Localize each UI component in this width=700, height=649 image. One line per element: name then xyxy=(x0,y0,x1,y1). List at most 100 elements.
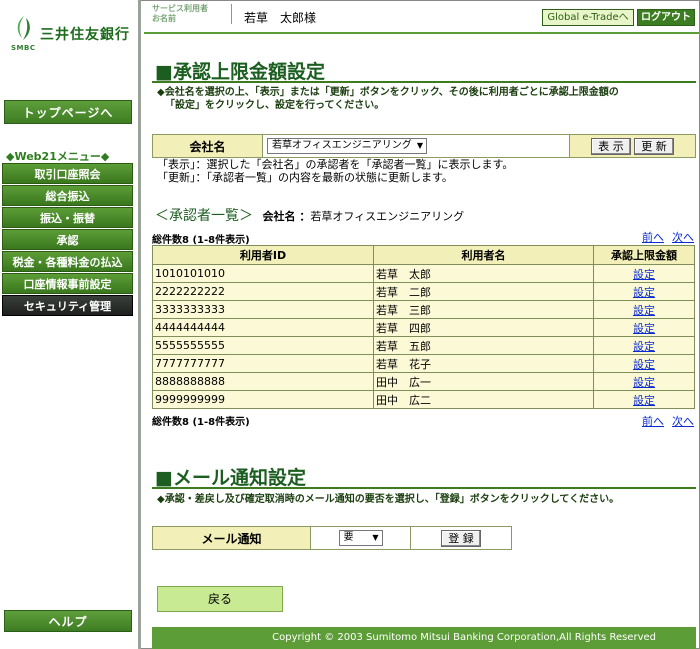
table-row: 4444444444 若草 四郎 設定 xyxy=(152,318,695,337)
register-cell: 登 録 xyxy=(410,526,512,550)
table-row: 5555555555 若草 五郎 設定 xyxy=(152,336,695,355)
set-link[interactable]: 設定 xyxy=(633,394,655,407)
set-link[interactable]: 設定 xyxy=(633,340,655,353)
logo-smbc-text: SMBC xyxy=(11,44,36,52)
sidebar-item-account-inquiry[interactable]: 取引口座照会 xyxy=(2,163,133,184)
chevron-down-icon: ▼ xyxy=(372,533,379,542)
list-company-prefix: 会社名 ： xyxy=(262,210,311,223)
mail-notify-label: メール通知 xyxy=(152,526,311,550)
prev-link-top[interactable]: 前へ xyxy=(642,231,664,244)
approver-list-header: ＜承認者一覧＞ 会社名 ：若草オフィスエンジニアリング xyxy=(155,205,464,225)
list-company-name: 若草オフィスエンジニアリング xyxy=(310,210,465,223)
sidebar-item-tax-payment[interactable]: 税金・各種料金の払込 xyxy=(2,251,133,272)
chevron-down-icon: ▼ xyxy=(416,141,423,150)
approver-table: 利用者ID 利用者名 承認上限金額 1010101010 若草 太郎 設定 2222… xyxy=(152,245,695,409)
mail-instruction: ◆承認・差戻し及び確定取消時のメール通知の要否を選択し、「登録」ボタンをクリック… xyxy=(157,494,620,505)
row-user-name: 田中 広一 xyxy=(373,372,594,391)
set-link[interactable]: 設定 xyxy=(633,268,655,281)
prev-link-bottom[interactable]: 前へ xyxy=(642,415,664,428)
top-page-button[interactable]: トップページへ xyxy=(4,100,132,124)
approver-list-title: ＜承認者一覧＞ xyxy=(155,208,253,224)
global-etrade-button[interactable]: Global e-Tradeへ xyxy=(542,9,634,26)
footer-copyright: Copyright © 2003 Sumitomo Mitsui Banking… xyxy=(152,627,696,649)
sidebar-item-bulk-transfer[interactable]: 総合振込 xyxy=(2,185,133,206)
user-name: 若草 太郎様 xyxy=(244,11,317,25)
company-select-value: 若草オフィスエンジニアリング xyxy=(272,140,412,151)
row-user-id: 7777777777 xyxy=(152,354,374,373)
col-user-name: 利用者名 xyxy=(373,245,594,265)
row-user-id: 3333333333 xyxy=(152,300,374,319)
row-user-name: 若草 四郎 xyxy=(373,318,594,337)
row-user-name: 若草 三郎 xyxy=(373,300,594,319)
mail-notify-select[interactable]: 要 ▼ xyxy=(338,530,383,546)
company-label: 会社名 xyxy=(152,134,263,158)
instruction-line1: ◆会社名を選択の上、「表示」または「更新」ボタンをクリック、その後に利用者ごとに… xyxy=(157,87,619,98)
sidebar-item-account-presetting[interactable]: 口座情報事前設定 xyxy=(2,273,133,294)
table-row: 8888888888 田中 広一 設定 xyxy=(152,372,695,391)
smbc-logo-icon xyxy=(17,16,30,40)
sidebar-item-transfer[interactable]: 振込・振替 xyxy=(2,207,133,228)
mail-setting-table: メール通知 要 ▼ 登 録 xyxy=(152,526,512,550)
set-link[interactable]: 設定 xyxy=(633,304,655,317)
col-user-id: 利用者ID xyxy=(152,245,374,265)
set-link[interactable]: 設定 xyxy=(633,286,655,299)
table-row: 7777777777 若草 花子 設定 xyxy=(152,354,695,373)
sidebar: SMBC 三井住友銀行 トップページへ ◆Web21メニュー◆ 取引口座照会 総… xyxy=(0,0,141,649)
next-link-bottom[interactable]: 次へ xyxy=(672,415,694,428)
logout-button[interactable]: ログアウト xyxy=(637,9,695,26)
mail-select-cell: 要 ▼ xyxy=(310,526,411,550)
table-row: 1010101010 若草 太郎 設定 xyxy=(152,264,695,283)
company-select[interactable]: 若草オフィスエンジニアリング ▼ xyxy=(267,138,427,154)
service-user-label: サービス利用者 お名前 xyxy=(152,4,208,24)
total-count-top: 総件数8 (1-8件表示) xyxy=(152,235,250,246)
total-count-bottom: 総件数8 (1-8件表示) xyxy=(152,417,250,428)
mail-notify-value: 要 xyxy=(343,532,354,543)
title-underline xyxy=(152,81,696,83)
row-user-name: 田中 広二 xyxy=(373,390,594,409)
next-link-top[interactable]: 次へ xyxy=(672,231,694,244)
table-row: 9999999999 田中 広二 設定 xyxy=(152,390,695,409)
note-update: 「更新」：「承認者一覧」の内容を最新の状態に更新します。 xyxy=(157,171,453,184)
set-link[interactable]: 設定 xyxy=(633,358,655,371)
header-divider xyxy=(231,4,232,24)
pager-bottom: 前へ 次へ xyxy=(634,413,694,429)
bank-logo: SMBC 三井住友銀行 xyxy=(8,14,138,54)
row-user-name: 若草 花子 xyxy=(373,354,594,373)
row-user-id: 2222222222 xyxy=(152,282,374,301)
update-button[interactable]: 更 新 xyxy=(634,137,674,155)
company-select-table: 会社名 若草オフィスエンジニアリング ▼ 表 示 更 新 xyxy=(152,134,696,158)
mail-title-underline xyxy=(152,487,696,489)
row-user-id: 9999999999 xyxy=(152,390,374,409)
instruction-line2: 「設定」をクリックし、設定を行ってください。 xyxy=(165,100,385,111)
row-user-id: 1010101010 xyxy=(152,264,374,283)
action-buttons-cell: 表 示 更 新 xyxy=(569,134,696,158)
service-user-line1: サービス利用者 xyxy=(152,4,208,13)
help-button[interactable]: ヘルプ xyxy=(4,610,132,632)
button-notes: 「表示」：選択した「会社名」の承認者を「承認者一覧」に表示します。 「更新」：「… xyxy=(157,158,513,184)
note-show: 「表示」：選択した「会社名」の承認者を「承認者一覧」に表示します。 xyxy=(157,158,514,171)
row-user-name: 若草 太郎 xyxy=(373,264,594,283)
page-title: ■承認上限金額設定 xyxy=(155,61,325,83)
table-row: 3333333333 若草 三郎 設定 xyxy=(152,300,695,319)
set-link[interactable]: 設定 xyxy=(633,322,655,335)
bank-name: 三井住友銀行 xyxy=(40,27,130,43)
approval-instruction: ◆会社名を選択の上、「表示」または「更新」ボタンをクリック、その後に利用者ごとに… xyxy=(157,86,692,112)
back-button[interactable]: 戻る xyxy=(157,586,283,612)
pager-top: 前へ 次へ xyxy=(634,229,694,245)
row-user-id: 4444444444 xyxy=(152,318,374,337)
register-button[interactable]: 登 録 xyxy=(441,529,481,547)
company-select-cell: 若草オフィスエンジニアリング ▼ xyxy=(262,134,570,158)
sidebar-item-approval[interactable]: 承認 xyxy=(2,229,133,250)
row-user-id: 5555555555 xyxy=(152,336,374,355)
sidebar-menu: 取引口座照会 総合振込 振込・振替 承認 税金・各種料金の払込 口座情報事前設定… xyxy=(2,163,133,317)
sidebar-item-security[interactable]: セキュリティ管理 xyxy=(2,295,133,316)
header: サービス利用者 お名前 若草 太郎様 Global e-Tradeへ ログアウト xyxy=(144,0,699,34)
row-user-id: 8888888888 xyxy=(152,372,374,391)
col-approval-limit: 承認上限金額 xyxy=(593,245,695,265)
menu-heading: ◆Web21メニュー◆ xyxy=(6,150,110,163)
show-button[interactable]: 表 示 xyxy=(591,137,631,155)
row-user-name: 若草 二郎 xyxy=(373,282,594,301)
set-link[interactable]: 設定 xyxy=(633,376,655,389)
service-user-line2: お名前 xyxy=(152,14,176,23)
table-row: 2222222222 若草 二郎 設定 xyxy=(152,282,695,301)
